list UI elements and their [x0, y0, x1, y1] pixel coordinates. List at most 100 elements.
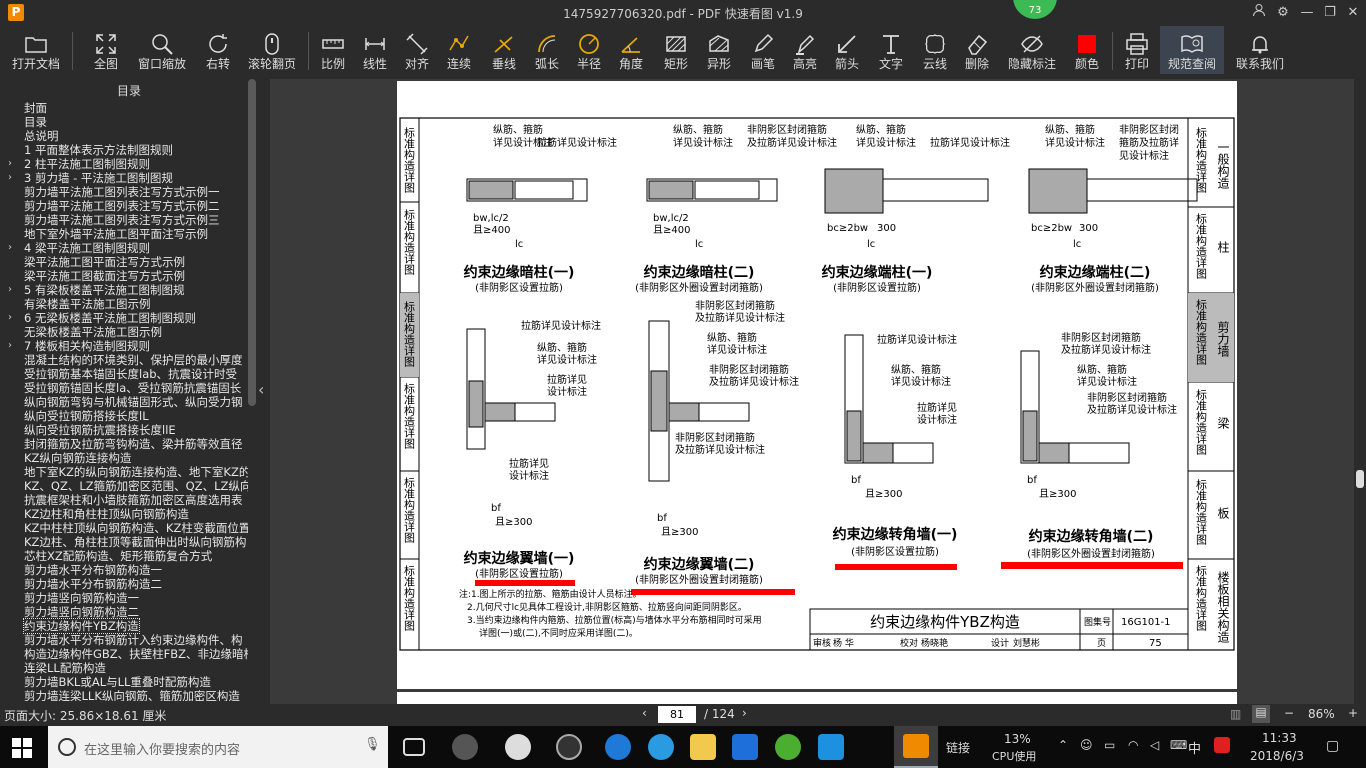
fit-page-button[interactable]: 全图 — [86, 26, 126, 74]
toc-item[interactable]: 构造边缘构件GBZ、扶壁柱FBZ、非边缘暗柱 — [0, 647, 248, 661]
minimize-button[interactable]: — — [1296, 3, 1318, 23]
toc-item[interactable]: 目录 — [0, 115, 248, 129]
toc-item[interactable]: › 6 无梁板楼盖平法施工图制图规则 — [0, 311, 248, 325]
arc-length-button[interactable]: 弧长 — [530, 26, 564, 74]
collapse-sidebar-icon[interactable]: ‹ — [258, 380, 264, 399]
zoom-in-button[interactable]: + — [1348, 706, 1358, 720]
restore-button[interactable]: ❐ — [1319, 3, 1341, 23]
edge-icon[interactable] — [605, 734, 631, 760]
notification-center-icon[interactable]: ▢ — [1326, 738, 1339, 754]
toc-item[interactable]: 纵向受拉钢筋搭接长度lL — [0, 409, 248, 423]
clock-date[interactable]: 2018/6/3 — [1250, 749, 1304, 763]
polygon-area-button[interactable]: 异形 — [702, 26, 736, 74]
toc-item[interactable]: 混凝土结构的环境类别、保护层的最小厚度 — [0, 353, 248, 367]
arrow-button[interactable]: 箭头 — [830, 26, 864, 74]
toc-item[interactable]: 抗震框架柱和小墙肢箍筋加密区高度选用表 — [0, 493, 248, 507]
tray-expand-icon[interactable]: ⌃ — [1058, 738, 1068, 752]
toc-item[interactable]: › 4 梁平法施工图制图规则 — [0, 241, 248, 255]
app-g-icon[interactable] — [732, 734, 758, 760]
pdf-viewer-task[interactable] — [894, 726, 938, 768]
task-view-icon[interactable] — [403, 738, 425, 756]
toc-item[interactable]: › 3 剪力墙 - 平法施工图制图规 — [0, 171, 248, 185]
toc-item[interactable]: 地下室KZ的纵向钢筋连接构造、地下室KZ的 — [0, 465, 248, 479]
toc-item[interactable]: 纵向钢筋弯钩与机械锚固形式、纵向受力钢 — [0, 395, 248, 409]
spec-lookup-button[interactable]: 规范查阅 — [1160, 26, 1224, 74]
settings-gear-icon[interactable]: ⚙ — [1272, 3, 1294, 23]
internet-explorer-icon[interactable] — [648, 734, 674, 760]
toc-item[interactable]: 受拉钢筋基本锚固长度lab、抗震设计时受 — [0, 367, 248, 381]
toc-item[interactable]: 剪力墙水平分布钢筋构造一 — [0, 563, 248, 577]
app-swirl-icon[interactable] — [556, 734, 582, 760]
toc-item[interactable]: 1 平面整体表示方法制图规则 — [0, 143, 248, 157]
toc-item[interactable]: › 5 有梁板楼盖平法施工图制图规 — [0, 283, 248, 297]
color-button[interactable]: 颜色 — [1070, 26, 1104, 74]
people-icon[interactable]: ☺ — [1080, 738, 1093, 752]
highlight-button[interactable]: 高亮 — [788, 26, 822, 74]
user-icon[interactable] — [1248, 3, 1270, 23]
toc-item[interactable]: 梁平法施工图平面注写方式示例 — [0, 255, 248, 269]
toc-item[interactable]: KZ纵向钢筋连接构造 — [0, 451, 248, 465]
toc-item[interactable]: 芯柱XZ配筋构造、矩形箍筋复合方式 — [0, 549, 248, 563]
page-number-input[interactable]: 81 — [658, 706, 696, 723]
zoom-out-button[interactable]: − — [1284, 706, 1294, 720]
pen-button[interactable]: 画笔 — [746, 26, 780, 74]
toc-item[interactable]: 地下室外墙平法施工图平面注写示例 — [0, 227, 248, 241]
toc-item[interactable]: 总说明 — [0, 129, 248, 143]
single-page-view-icon[interactable]: ▥ — [1230, 707, 1241, 721]
keyboard-icon[interactable]: ⌨ — [1170, 738, 1187, 752]
links-toolbar[interactable]: 链接 — [946, 739, 970, 756]
volume-icon[interactable]: ◁ — [1150, 738, 1159, 752]
toc-item[interactable]: 剪力墙平法施工图列表注写方式示例三 — [0, 213, 248, 227]
open-document-button[interactable]: 打开文档 — [8, 26, 64, 74]
browser-e-icon[interactable] — [505, 734, 531, 760]
next-page-icon[interactable]: › — [742, 706, 747, 720]
expand-arrow-icon[interactable]: › — [8, 171, 12, 185]
app-pinwheel-icon[interactable] — [452, 734, 478, 760]
clock-time[interactable]: 11:33 — [1262, 731, 1297, 745]
network-icon[interactable]: ◠ — [1128, 738, 1138, 752]
hide-annotations-button[interactable]: 隐藏标注 — [1006, 26, 1058, 74]
sogou-icon[interactable] — [1214, 737, 1230, 753]
toc-item[interactable]: 受拉钢筋锚固长度la、受拉钢筋抗震锚固长 — [0, 381, 248, 395]
expand-arrow-icon[interactable]: › — [8, 283, 12, 297]
toc-item[interactable]: 剪力墙平法施工图列表注写方式示例二 — [0, 199, 248, 213]
angle-button[interactable]: 角度 — [614, 26, 648, 74]
viewer-scrollbar[interactable] — [1356, 470, 1364, 488]
expand-arrow-icon[interactable]: › — [8, 241, 12, 255]
ime-indicator[interactable]: 中 — [1188, 738, 1201, 757]
toc-item[interactable]: › 7 楼板相关构造制图规则 — [0, 339, 248, 353]
expand-arrow-icon[interactable]: › — [8, 157, 12, 171]
text-button[interactable]: 文字 — [874, 26, 908, 74]
rotate-right-button[interactable]: 右转 — [198, 26, 238, 74]
close-button[interactable]: ✕ — [1342, 3, 1364, 23]
battery-icon[interactable]: ▭ — [1104, 738, 1115, 752]
toc-item[interactable]: KZ边柱和角柱柱顶纵向钢筋构造 — [0, 507, 248, 521]
toc-item[interactable]: KZ中柱柱顶纵向钢筋构造、KZ柱变截面位置 — [0, 521, 248, 535]
rectangle-area-button[interactable]: 矩形 — [658, 26, 694, 74]
window-zoom-button[interactable]: 窗口缩放 — [134, 26, 190, 74]
linear-dimension-button[interactable]: 线性 — [358, 26, 392, 74]
wheel-page-button[interactable]: 滚轮翻页 — [245, 26, 299, 74]
app-green-icon[interactable] — [775, 734, 801, 760]
expand-arrow-icon[interactable]: › — [8, 339, 12, 353]
toc-item[interactable]: 剪力墙水平分布钢筋构造二 — [0, 577, 248, 591]
file-explorer-icon[interactable] — [690, 734, 716, 760]
toc-item[interactable]: KZ边柱、角柱柱顶等截面伸出时纵向钢筋构 — [0, 535, 248, 549]
toc-item[interactable]: 封面 — [0, 101, 248, 115]
toc-item[interactable]: 剪力墙竖向钢筋构造一 — [0, 591, 248, 605]
print-button[interactable]: 打印 — [1120, 26, 1154, 74]
contact-us-button[interactable]: 联系我们 — [1232, 26, 1288, 74]
toc-scrollbar[interactable] — [248, 79, 256, 406]
prev-page-icon[interactable]: ‹ — [642, 706, 647, 720]
expand-arrow-icon[interactable]: › — [8, 311, 12, 325]
toc-item[interactable]: 约束边缘构件YBZ构造 — [0, 618, 248, 634]
taskbar-search[interactable]: 在这里输入你要搜索的内容 🎙 — [48, 726, 388, 768]
toc-item[interactable]: 纵向受拉钢筋抗震搭接长度llE — [0, 423, 248, 437]
perpendicular-button[interactable]: 垂线 — [484, 26, 524, 74]
app-blue-icon[interactable] — [818, 734, 844, 760]
radius-button[interactable]: 半径 — [572, 26, 606, 74]
toc-item[interactable]: 有梁楼盖平法施工图示例 — [0, 297, 248, 311]
toc-item[interactable]: KZ、QZ、LZ箍筋加密区范围、QZ、LZ纵向钢 — [0, 479, 248, 493]
toc-item[interactable]: 无梁板楼盖平法施工图示例 — [0, 325, 248, 339]
aligned-dimension-button[interactable]: 对齐 — [400, 26, 434, 74]
